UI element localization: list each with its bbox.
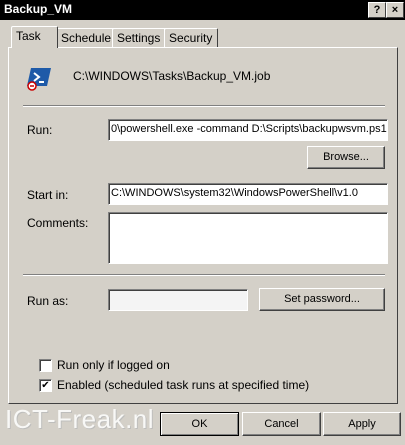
comments-field[interactable] (108, 212, 388, 264)
comments-label: Comments: (27, 216, 89, 230)
ok-button[interactable]: OK (160, 412, 239, 436)
tab-settings[interactable]: Settings (112, 28, 170, 47)
cancel-button[interactable]: Cancel (242, 412, 321, 436)
apply-button[interactable]: Apply (323, 412, 401, 436)
task-path: C:\WINDOWS\Tasks\Backup_VM.job (73, 69, 271, 83)
powershell-icon (27, 65, 53, 91)
tab-schedule[interactable]: Schedule (56, 28, 118, 47)
run-label: Run: (27, 123, 53, 137)
run-only-logged-on-label: Run only if logged on (57, 358, 170, 372)
start-in-label: Start in: (27, 188, 69, 202)
set-password-button[interactable]: Set password... (259, 288, 385, 311)
task-panel: C:\WINDOWS\Tasks\Backup_VM.job Run: 0\po… (8, 47, 398, 404)
tab-security[interactable]: Security (164, 28, 218, 47)
run-only-logged-on-checkbox[interactable] (39, 359, 52, 372)
title-bar: Backup_VM ? × (0, 0, 405, 20)
window-title: Backup_VM (4, 2, 73, 16)
run-as-field[interactable] (108, 289, 248, 311)
help-button[interactable]: ? (368, 2, 386, 18)
divider (23, 105, 385, 107)
enabled-label: Enabled (scheduled task runs at specifie… (57, 378, 310, 392)
divider (23, 274, 385, 276)
enabled-checkbox[interactable]: ✔ (39, 379, 52, 392)
run-field[interactable]: 0\powershell.exe -command D:\Scripts\bac… (108, 119, 388, 141)
tab-task[interactable]: Task (11, 26, 58, 48)
start-in-field[interactable]: C:\WINDOWS\system32\WindowsPowerShell\v1… (108, 183, 388, 205)
watermark: ICT-Freak.nl (5, 404, 155, 434)
close-button[interactable]: × (386, 2, 404, 18)
browse-button[interactable]: Browse... (307, 146, 385, 169)
run-as-label: Run as: (27, 294, 69, 308)
